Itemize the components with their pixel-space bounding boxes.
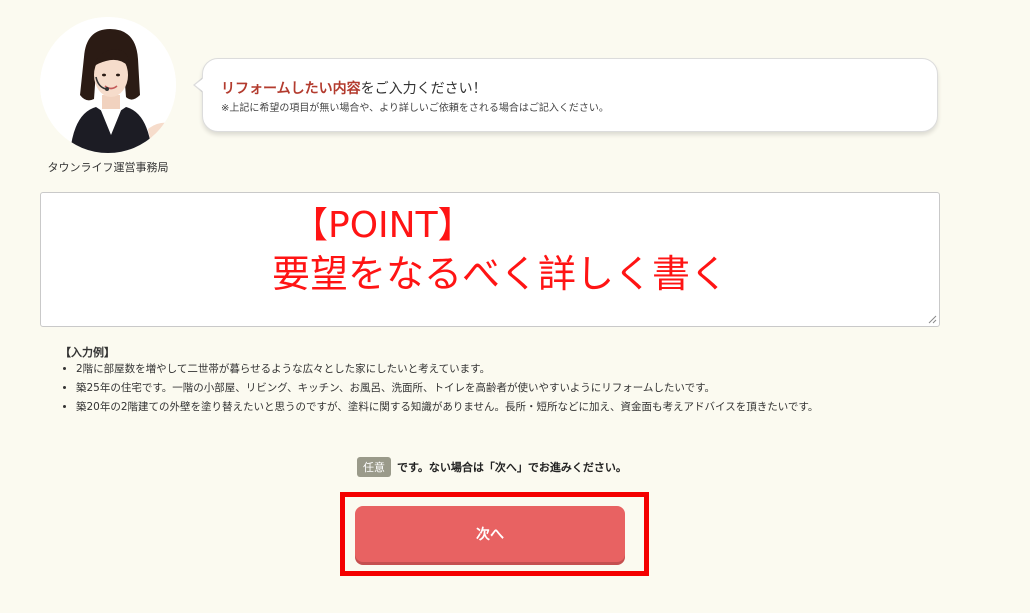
bubble-title-strong: リフォームしたい内容 — [221, 81, 361, 97]
operator-avatar-illustration — [40, 17, 176, 153]
operator-caption: タウンライフ運営事務局 — [47, 161, 169, 174]
optional-badge: 任意 — [357, 457, 391, 477]
annotation-point-heading: 【POINT】 — [292, 205, 474, 246]
operator-avatar-block: タウンライフ運営事務局 — [38, 17, 178, 174]
optional-text: です。ない場合は「次へ」でお進みください。 — [397, 461, 627, 474]
examples-title: 【入力例】 — [60, 346, 115, 359]
bubble-note: ※上記に希望の項目が無い場合や、より詳しいご依頼をされる場合はご記入ください。 — [221, 103, 609, 114]
annotation-point-detail: 要望をなるべく詳しく書く — [272, 252, 729, 296]
bubble-title: リフォームしたい内容をご入力ください！ — [221, 78, 487, 98]
operator-avatar — [40, 17, 176, 153]
examples-list: 2階に部屋数を増やして二世帯が暮らせるような広々とした家にしたいと考えています。… — [60, 362, 818, 419]
speech-bubble: リフォームしたい内容をご入力ください！ ※上記に希望の項目が無い場合や、より詳し… — [202, 58, 938, 132]
next-button[interactable]: 次へ — [355, 506, 625, 562]
resize-grip-icon[interactable] — [928, 315, 937, 324]
example-item: 2階に部屋数を増やして二世帯が暮らせるような広々とした家にしたいと考えています。 — [76, 362, 818, 376]
speech-bubble-tail-fill — [195, 77, 205, 93]
bubble-title-rest: をご入力ください！ — [360, 81, 487, 97]
optional-notice: 任意 です。ない場合は「次へ」でお進みください。 — [357, 457, 627, 477]
example-item: 築20年の2階建ての外壁を塗り替えたいと思うのですが、塗料に関する知識がありませ… — [76, 400, 818, 414]
example-item: 築25年の住宅です。一階の小部屋、リビング、キッチン、お風呂、洗面所、トイレを高… — [76, 381, 818, 395]
